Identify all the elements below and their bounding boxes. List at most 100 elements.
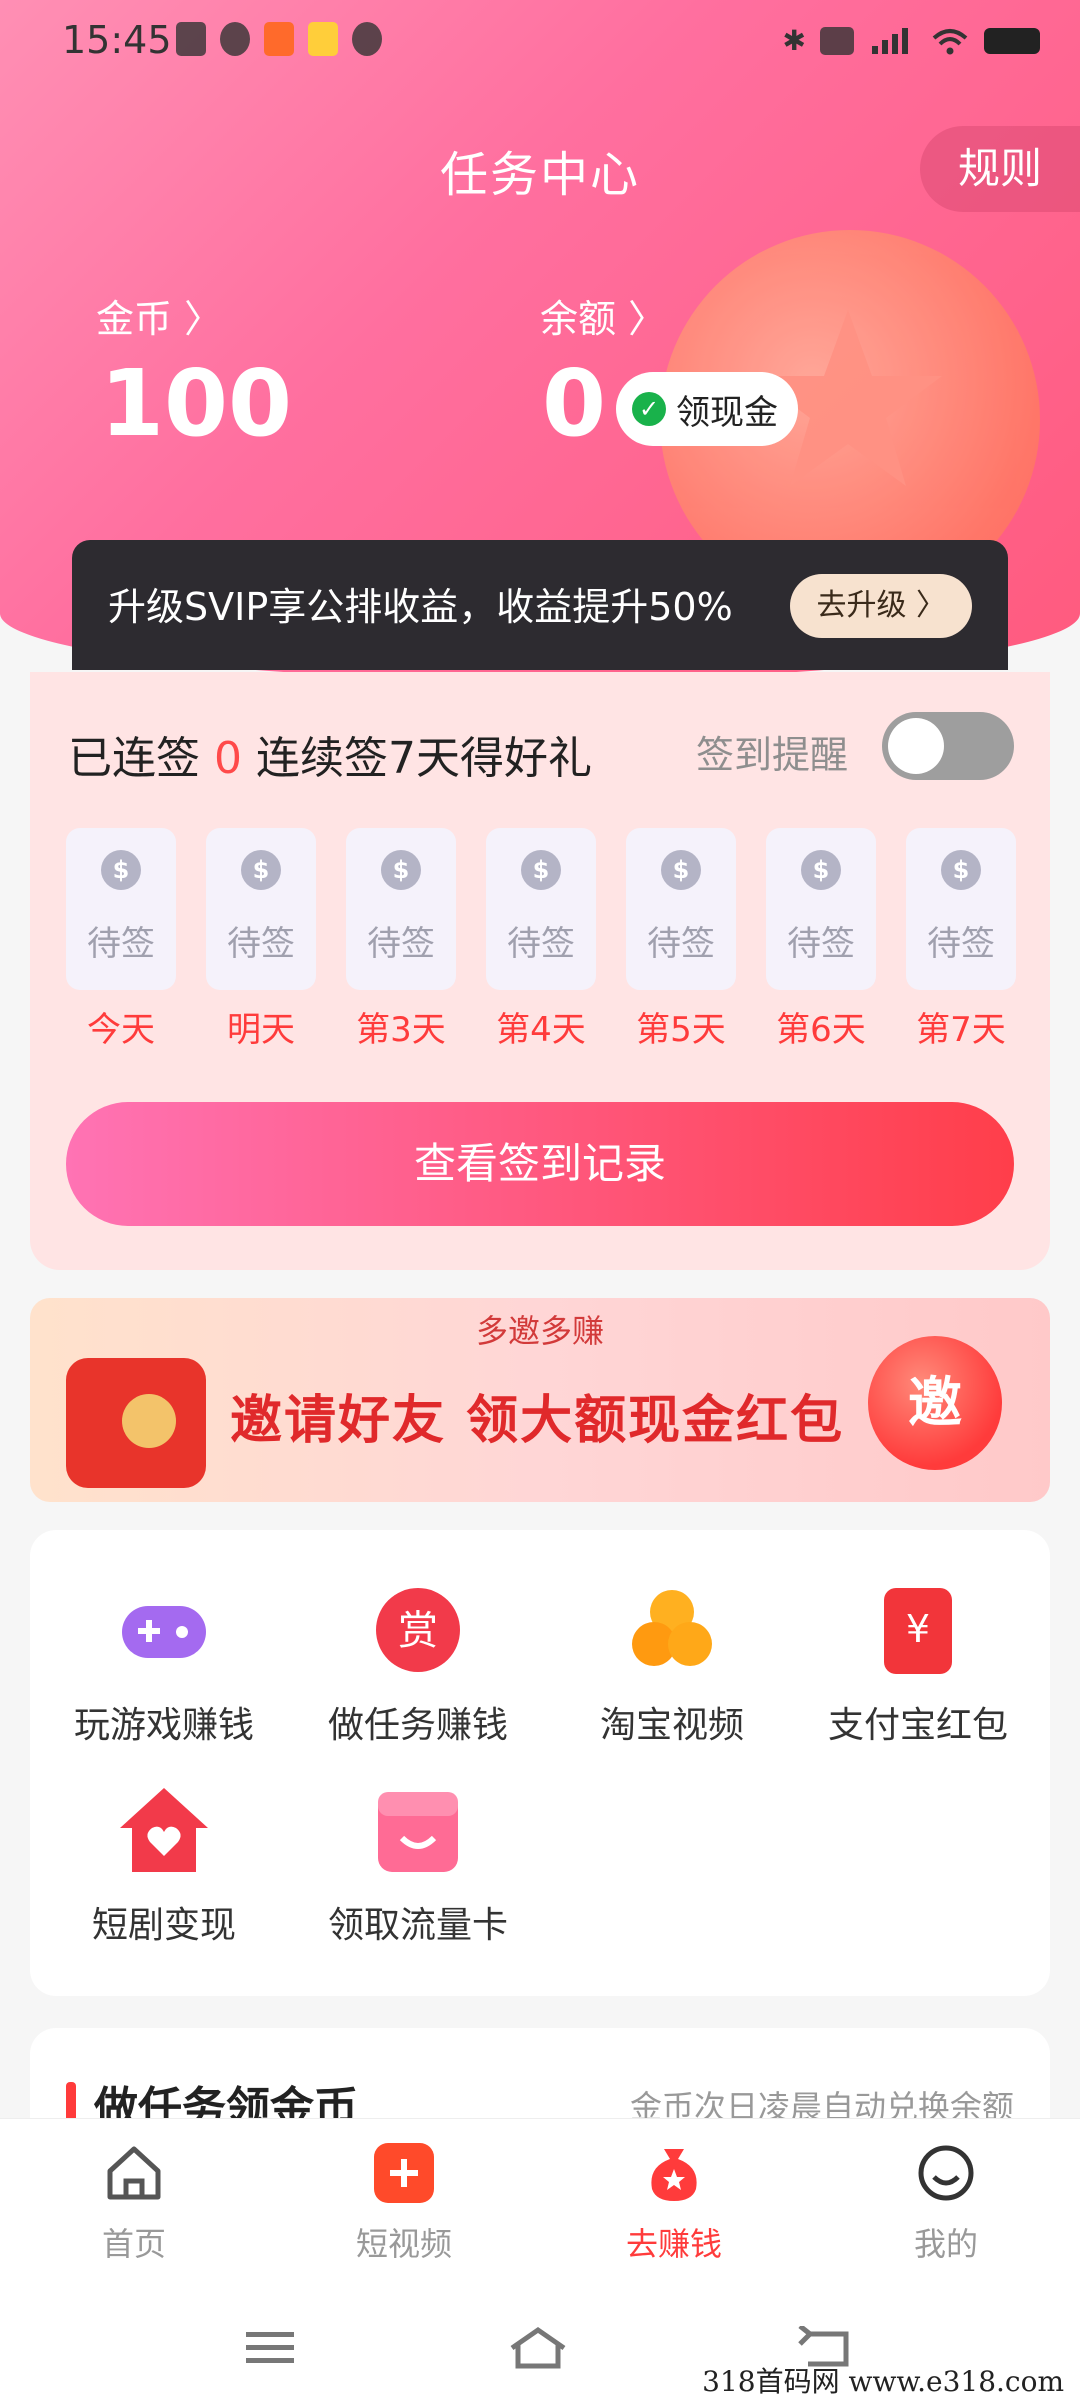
day-label: 今天: [87, 1010, 155, 1050]
day-item[interactable]: $ 待签 第3天: [346, 828, 456, 1051]
feature-label: 领取流量卡: [327, 1905, 508, 1946]
nav-profile[interactable]: 我的: [846, 2141, 1046, 2265]
red-envelope-icon: ¥: [870, 1582, 966, 1678]
coin-icon: $: [381, 850, 421, 890]
day-box: $ 待签: [66, 828, 176, 990]
clipboard-icon: [176, 22, 206, 56]
home-icon: [102, 2141, 166, 2205]
status-bar: 15:45 ✱: [0, 0, 1080, 84]
wechat-icon: [220, 22, 250, 56]
signal-icon: [872, 27, 908, 54]
heart-house-icon: [116, 1782, 212, 1878]
day-item[interactable]: $ 待签 第7天: [906, 828, 1016, 1051]
feature-data-card[interactable]: 领取流量卡: [298, 1782, 538, 1948]
notification-icons: [176, 22, 382, 56]
red-envelope-icon: [66, 1358, 206, 1488]
invite-banner[interactable]: 多邀多赚 邀请好友 领大额现金红包 邀: [30, 1298, 1050, 1502]
gold-value: 100: [100, 350, 293, 457]
feature-label: 支付宝红包: [827, 1705, 1008, 1746]
invite-badge-button[interactable]: 邀: [868, 1336, 1002, 1470]
menu-icon[interactable]: [240, 2326, 300, 2370]
nav-label: 去赚钱: [625, 2225, 722, 2263]
streak-suffix: 连续签7天得好礼: [256, 733, 592, 784]
coin-icon: $: [941, 850, 981, 890]
feature-short-drama[interactable]: 短剧变现: [44, 1782, 284, 1948]
day-status: 待签: [927, 924, 995, 964]
feature-play-games[interactable]: 玩游戏赚钱: [44, 1582, 284, 1748]
day-item[interactable]: $ 待签 明天: [206, 828, 316, 1051]
nav-label: 首页: [101, 2225, 166, 2263]
coin-icon: $: [661, 850, 701, 890]
reward-icon: 赏: [370, 1582, 466, 1678]
nav-earn-money[interactable]: 去赚钱: [574, 2141, 774, 2265]
reminder-label: 签到提醒: [696, 733, 849, 777]
feature-label: 玩游戏赚钱: [73, 1705, 254, 1746]
day-item[interactable]: $ 待签 第6天: [766, 828, 876, 1051]
feature-label: 做任务赚钱: [327, 1705, 508, 1746]
feature-taobao-video[interactable]: 淘宝视频: [552, 1582, 792, 1748]
page-title: 任务中心: [439, 147, 640, 203]
nav-home[interactable]: 首页: [34, 2141, 234, 2265]
streak-text: 已连签 0 连续签7天得好礼: [68, 722, 592, 786]
day-status: 待签: [507, 924, 575, 964]
day-status: 待签: [647, 924, 715, 964]
withdraw-cash-label: 领现金: [676, 392, 778, 433]
gamepad-icon: [116, 1582, 212, 1678]
wifi-icon: [932, 28, 968, 54]
day-box: $ 待签: [206, 828, 316, 990]
svip-banner[interactable]: 升级SVIP享公排收益，收益提升50% 去升级 〉: [72, 540, 1008, 670]
invite-top-text: 多邀多赚: [475, 1312, 604, 1350]
balance-label[interactable]: 余额 〉: [540, 288, 666, 343]
taobao-icon: [624, 1582, 720, 1678]
gold-label[interactable]: 金币 〉: [96, 288, 222, 343]
day-label: 第4天: [496, 1010, 586, 1050]
check-icon: ✓: [632, 392, 666, 426]
watermark: 318首码网 www.e318.com: [702, 2365, 1064, 2398]
battery-icon: [984, 27, 1040, 54]
upgrade-button[interactable]: 去升级 〉: [790, 574, 972, 638]
nav-label: 我的: [913, 2225, 978, 2263]
feature-label: 淘宝视频: [599, 1705, 744, 1746]
svip-text: 升级SVIP享公排收益，收益提升50%: [108, 585, 733, 629]
day-label: 明天: [227, 1010, 295, 1050]
day-item[interactable]: $ 待签 第5天: [626, 828, 736, 1051]
day-box: $ 待签: [486, 828, 596, 990]
feature-alipay-red-envelope[interactable]: ¥ 支付宝红包: [798, 1582, 1038, 1748]
day-item[interactable]: $ 待签 今天: [66, 828, 176, 1051]
bluetooth-icon: ✱: [782, 24, 806, 57]
app-notification-icon-2: [308, 22, 338, 56]
day-label: 第3天: [356, 1010, 446, 1050]
streak-count: 0: [214, 733, 242, 784]
day-label: 第5天: [636, 1010, 726, 1050]
streak-prefix: 已连签: [68, 733, 200, 784]
bottom-nav: 首页 短视频 去赚钱 我的: [0, 2118, 1080, 2287]
toggle-knob: [888, 718, 944, 774]
view-sign-records-button[interactable]: 查看签到记录: [66, 1102, 1014, 1226]
feature-do-tasks[interactable]: 赏 做任务赚钱: [298, 1582, 538, 1748]
invite-main-text: 邀请好友 领大额现金红包: [230, 1391, 845, 1451]
short-video-icon: [372, 2141, 436, 2205]
hd-icon: [820, 26, 854, 55]
nav-label: 短视频: [355, 2225, 452, 2263]
day-status: 待签: [227, 924, 295, 964]
day-box: $ 待签: [766, 828, 876, 990]
day-label: 第6天: [776, 1010, 866, 1050]
rules-button[interactable]: 规则: [920, 126, 1080, 212]
day-box: $ 待签: [346, 828, 456, 990]
compass-icon: [352, 22, 382, 56]
reminder-toggle[interactable]: [882, 712, 1014, 780]
feature-label: 短剧变现: [91, 1905, 236, 1946]
feature-grid: 玩游戏赚钱 赏 做任务赚钱 淘宝视频 ¥ 支付宝红包 短剧变现 领取流量卡: [30, 1530, 1050, 1996]
day-status: 待签: [87, 924, 155, 964]
day-box: $ 待签: [626, 828, 736, 990]
withdraw-cash-button[interactable]: ✓ 领现金: [616, 372, 798, 446]
day-item[interactable]: $ 待签 第4天: [486, 828, 596, 1051]
sign-in-card: 已连签 0 连续签7天得好礼 签到提醒 $ 待签 今天 $ 待签 明天 $ 待签…: [30, 672, 1050, 1270]
system-home-icon[interactable]: [508, 2326, 568, 2370]
nav-short-video[interactable]: 短视频: [304, 2141, 504, 2265]
profile-icon: [914, 2141, 978, 2205]
reward-glyph: 赏: [398, 1608, 438, 1654]
day-box: $ 待签: [906, 828, 1016, 990]
shop-icon: [370, 1782, 466, 1878]
coin-icon: $: [241, 850, 281, 890]
